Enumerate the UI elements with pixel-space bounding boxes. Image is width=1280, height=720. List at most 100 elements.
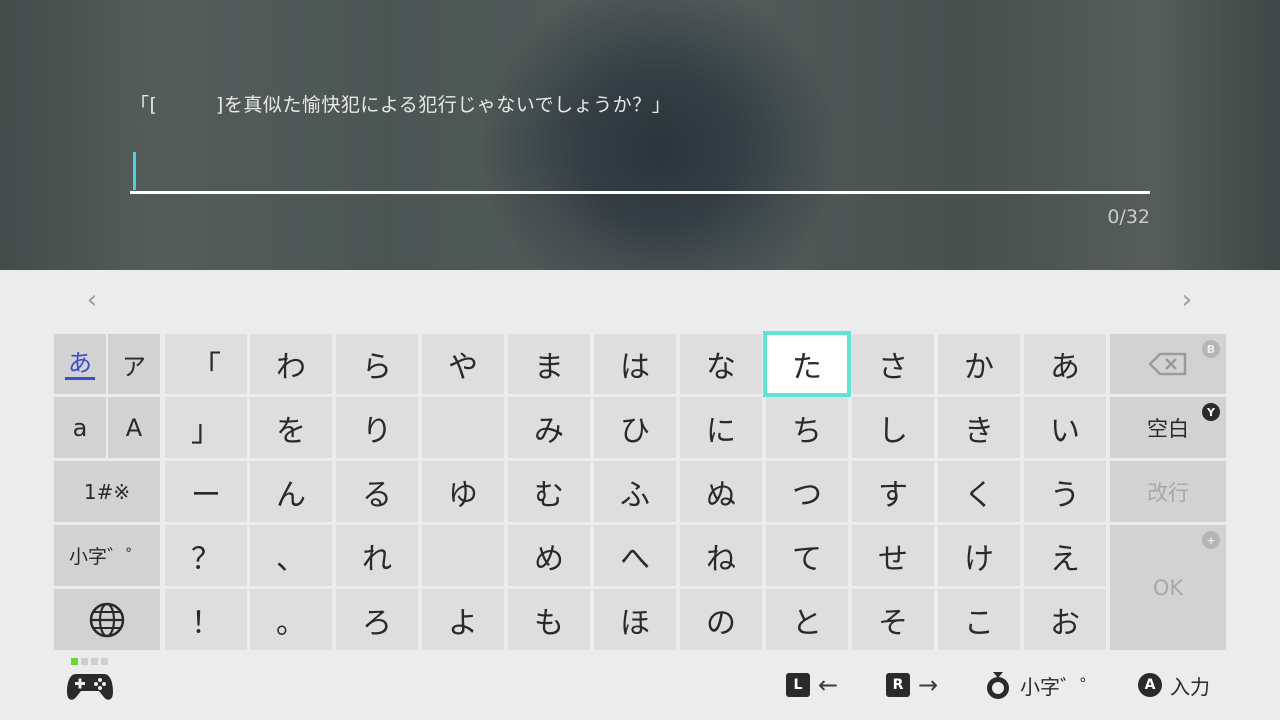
- prev-page-arrow-icon[interactable]: ‹: [82, 286, 102, 314]
- kana-key[interactable]: た: [763, 331, 851, 397]
- kana-key[interactable]: ぬ: [680, 461, 762, 522]
- r-button-icon: R: [886, 673, 910, 697]
- hint-stick-small-kana: 小字゛゜: [984, 670, 1100, 700]
- b-button-badge: B: [1202, 340, 1220, 358]
- next-page-arrow-icon[interactable]: ›: [1177, 286, 1197, 314]
- kana-key[interactable]: る: [336, 461, 418, 522]
- kana-key[interactable]: あ: [1024, 334, 1106, 394]
- kana-key[interactable]: ？: [165, 525, 247, 586]
- a-hint-label: 入力: [1170, 674, 1210, 699]
- kana-key[interactable]: ひ: [594, 397, 676, 458]
- kana-key[interactable]: め: [508, 525, 590, 586]
- globe-icon: [89, 602, 125, 637]
- plus-button-badge: +: [1202, 531, 1220, 549]
- kana-key[interactable]: え: [1024, 525, 1106, 586]
- kana-key[interactable]: ふ: [594, 461, 676, 522]
- empty-key: [422, 397, 504, 458]
- kana-key[interactable]: さ: [852, 334, 934, 394]
- kana-key[interactable]: よ: [422, 589, 504, 650]
- page-dot: [91, 658, 98, 665]
- stick-press-icon: [987, 672, 1009, 699]
- kana-key[interactable]: け: [938, 525, 1020, 586]
- hint-a-input: A 入力: [1138, 670, 1210, 700]
- backspace-key[interactable]: B: [1110, 334, 1226, 394]
- space-key-label: 空白: [1147, 416, 1189, 441]
- controller-icon: [67, 674, 113, 700]
- kana-key[interactable]: お: [1024, 589, 1106, 650]
- kana-key[interactable]: こ: [938, 589, 1020, 650]
- kana-key[interactable]: へ: [594, 525, 676, 586]
- mode-hiragana-key[interactable]: あ: [54, 334, 106, 394]
- kana-key[interactable]: か: [938, 334, 1020, 394]
- mode-uppercase-key[interactable]: A: [108, 397, 160, 458]
- page-indicator: [71, 658, 108, 665]
- kana-key[interactable]: ー: [165, 461, 247, 522]
- text-cursor: [133, 152, 136, 190]
- y-button-badge: Y: [1202, 403, 1220, 421]
- kana-key[interactable]: 「: [165, 334, 247, 394]
- small-kana-key[interactable]: 小字゛゜: [54, 525, 160, 586]
- kana-key[interactable]: く: [938, 461, 1020, 522]
- ok-button[interactable]: OK +: [1110, 525, 1226, 650]
- kana-key[interactable]: に: [680, 397, 762, 458]
- kana-key[interactable]: ら: [336, 334, 418, 394]
- stick-hint-label: 小字゛゜: [1020, 674, 1100, 699]
- empty-key: [422, 525, 504, 586]
- page-dot: [81, 658, 88, 665]
- kana-key[interactable]: て: [766, 525, 848, 586]
- kana-key[interactable]: ね: [680, 525, 762, 586]
- newline-key[interactable]: 改行: [1110, 461, 1226, 522]
- kana-key[interactable]: も: [508, 589, 590, 650]
- kana-key[interactable]: ほ: [594, 589, 676, 650]
- hint-r-cursor-right: R →: [886, 670, 938, 700]
- kana-key[interactable]: と: [766, 589, 848, 650]
- character-counter: 0/32: [1107, 206, 1150, 228]
- kana-key[interactable]: し: [852, 397, 934, 458]
- language-globe-key[interactable]: [54, 589, 160, 650]
- kana-key[interactable]: む: [508, 461, 590, 522]
- kana-key[interactable]: み: [508, 397, 590, 458]
- page-dot-active: [71, 658, 78, 665]
- kana-key[interactable]: や: [422, 334, 504, 394]
- kana-key[interactable]: り: [336, 397, 418, 458]
- kana-key[interactable]: ！: [165, 589, 247, 650]
- background-scene: 「[ ]を真似た愉快犯による犯行じゃないでしょうか？」 0/32: [0, 0, 1280, 270]
- kana-key[interactable]: は: [594, 334, 676, 394]
- right-arrow-icon: →: [918, 671, 939, 699]
- kana-key[interactable]: わ: [250, 334, 332, 394]
- hint-l-cursor-left: L ←: [786, 670, 838, 700]
- background-shade: [0, 0, 1280, 270]
- mode-lowercase-key[interactable]: a: [54, 397, 106, 458]
- mode-katakana-key[interactable]: ア: [108, 334, 160, 394]
- kana-key[interactable]: ゆ: [422, 461, 504, 522]
- kana-key[interactable]: を: [250, 397, 332, 458]
- text-input-field[interactable]: [130, 191, 1150, 194]
- kana-key[interactable]: ち: [766, 397, 848, 458]
- ok-button-label: OK: [1152, 575, 1184, 600]
- kana-key[interactable]: ろ: [336, 589, 418, 650]
- space-key[interactable]: 空白 Y: [1110, 397, 1226, 458]
- kana-key[interactable]: き: [938, 397, 1020, 458]
- kana-key[interactable]: の: [680, 589, 762, 650]
- kana-key[interactable]: そ: [852, 589, 934, 650]
- page-dot: [101, 658, 108, 665]
- left-arrow-icon: ←: [818, 671, 839, 699]
- kana-key[interactable]: れ: [336, 525, 418, 586]
- mode-symbols-key[interactable]: 1#※: [54, 461, 160, 522]
- kana-key[interactable]: せ: [852, 525, 934, 586]
- kana-key[interactable]: ま: [508, 334, 590, 394]
- backspace-icon: [1148, 352, 1187, 376]
- kana-key[interactable]: す: [852, 461, 934, 522]
- kana-key[interactable]: つ: [766, 461, 848, 522]
- kana-key[interactable]: 。: [250, 589, 332, 650]
- kana-key[interactable]: う: [1024, 461, 1106, 522]
- l-button-icon: L: [786, 673, 810, 697]
- kana-key[interactable]: 、: [250, 525, 332, 586]
- kana-key[interactable]: な: [680, 334, 762, 394]
- mode-hiragana-label: あ: [65, 349, 95, 380]
- input-prompt: 「[ ]を真似た愉快犯による犯行じゃないでしょうか？」: [130, 94, 672, 116]
- kana-key[interactable]: ん: [250, 461, 332, 522]
- kana-key[interactable]: 」: [165, 397, 247, 458]
- kana-key[interactable]: い: [1024, 397, 1106, 458]
- a-button-icon: A: [1138, 673, 1162, 697]
